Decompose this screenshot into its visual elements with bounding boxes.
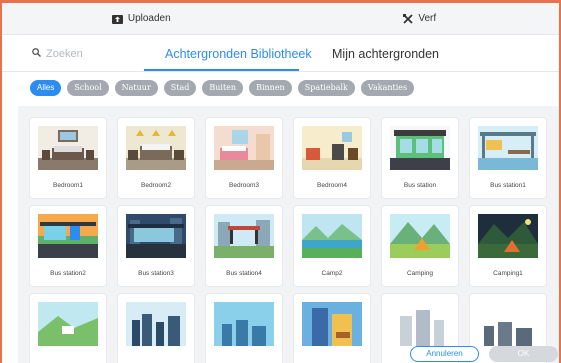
camping1-thumbnail [478, 214, 538, 258]
background-card-bus-station[interactable]: Bus station [382, 118, 458, 198]
background-thumbnail [214, 302, 274, 346]
background-thumbnail [478, 302, 538, 346]
background-grid: Bedroom1 Bedroom2 Bedroom3 Bedroom4 Bus … [18, 106, 559, 363]
filter-all[interactable]: Alles [30, 80, 62, 96]
background-card-camp2[interactable]: Camp2 [294, 206, 370, 286]
camp2-thumbnail [302, 214, 362, 258]
bedroom2-thumbnail [126, 126, 186, 170]
background-card-camping[interactable]: Camping [382, 206, 458, 286]
search-placeholder: Zoeken [46, 48, 83, 60]
upload-icon [111, 14, 123, 24]
category-filters: Alles School Natuur Stad Buiten Binnen S… [30, 80, 415, 96]
card-label: Camping1 [493, 270, 523, 277]
bus-station-thumbnail [390, 126, 450, 170]
background-thumbnail [38, 302, 98, 346]
background-card-bus-station1[interactable]: Bus station1 [470, 118, 546, 198]
filter-space[interactable]: Spatiebalk [297, 80, 355, 96]
top-toolbar: Uploaden Verf [2, 3, 559, 35]
bus-station1-thumbnail [478, 126, 538, 170]
filter-nature[interactable]: Natuur [114, 80, 158, 96]
bedroom1-thumbnail [38, 126, 98, 170]
paint-icon [403, 13, 413, 24]
background-card-bedroom2[interactable]: Bedroom2 [118, 118, 194, 198]
filter-indoor[interactable]: Binnen [249, 80, 292, 96]
search-input[interactable]: Zoeken [32, 48, 83, 60]
bedroom4-thumbnail [302, 126, 362, 170]
card-label: Camp2 [321, 270, 343, 277]
paint-label: Verf [418, 13, 437, 24]
tab-library[interactable]: Achtergronden Bibliotheek [165, 47, 312, 61]
bedroom3-thumbnail [214, 126, 274, 170]
card-label: Bus station1 [490, 182, 526, 189]
card-label: Bus station [403, 182, 437, 189]
background-card-bus-station3[interactable]: Bus station3 [118, 206, 194, 286]
tab-bar: Zoeken Achtergronden Bibliotheek Mijn ac… [2, 36, 559, 72]
card-label: Camping [406, 270, 433, 277]
bus-station3-thumbnail [126, 214, 186, 258]
ok-button[interactable]: OK [489, 346, 558, 362]
background-thumbnail [302, 302, 362, 346]
background-thumbnail [390, 302, 450, 346]
background-card[interactable] [206, 294, 282, 363]
background-card-bus-station2[interactable]: Bus station2 [30, 206, 106, 286]
dialog-footer: Annuleren OK [410, 346, 558, 362]
filter-city[interactable]: Stad [163, 80, 197, 96]
background-card-bedroom1[interactable]: Bedroom1 [30, 118, 106, 198]
cancel-button[interactable]: Annuleren [410, 346, 479, 362]
background-card[interactable] [294, 294, 370, 363]
filter-holidays[interactable]: Vakanties [360, 80, 415, 96]
upload-label: Uploaden [127, 13, 171, 24]
card-label: Bedroom3 [229, 182, 259, 189]
bus-station2-thumbnail [38, 214, 98, 258]
card-label: Bus station4 [226, 270, 262, 277]
card-label: Bus station2 [50, 270, 86, 277]
card-label: Bus station3 [138, 270, 174, 277]
bus-station4-thumbnail [214, 214, 274, 258]
background-card[interactable] [118, 294, 194, 363]
card-label: Bedroom1 [53, 182, 83, 189]
filter-outdoor[interactable]: Buiten [202, 80, 244, 96]
search-icon [32, 48, 41, 60]
tab-my-backgrounds[interactable]: Mijn achtergronden [332, 47, 439, 61]
background-card-bedroom3[interactable]: Bedroom3 [206, 118, 282, 198]
card-label: Bedroom4 [317, 182, 347, 189]
background-card[interactable] [30, 294, 106, 363]
background-card-bedroom4[interactable]: Bedroom4 [294, 118, 370, 198]
upload-button[interactable]: Uploaden [2, 3, 281, 34]
filter-school[interactable]: School [67, 80, 109, 96]
background-card-camping1[interactable]: Camping1 [470, 206, 546, 286]
paint-button[interactable]: Verf [281, 3, 560, 34]
background-thumbnail [126, 302, 186, 346]
active-tab-indicator [144, 69, 299, 71]
background-card-bus-station4[interactable]: Bus station4 [206, 206, 282, 286]
card-label: Bedroom2 [141, 182, 171, 189]
camping-thumbnail [390, 214, 450, 258]
